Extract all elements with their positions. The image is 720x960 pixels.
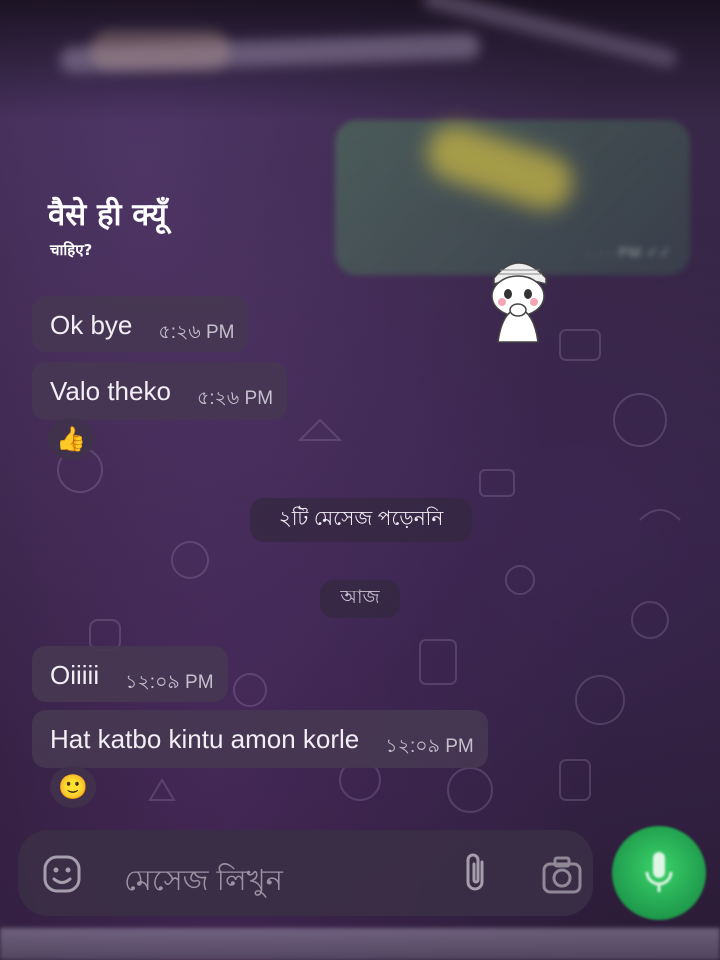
message-text: Valo theko xyxy=(50,376,171,406)
incoming-message-bubble[interactable]: Oiiiii ১২:০৯ PM xyxy=(32,646,228,702)
incoming-message-bubble[interactable]: Ok bye ৫:২৬ PM xyxy=(32,296,249,352)
girl-sticker-icon[interactable] xyxy=(482,250,554,344)
message-text: Ok bye xyxy=(50,310,133,340)
incoming-message-bubble[interactable]: Hat katbo kintu amon korle ১২:০৯ PM xyxy=(32,710,488,768)
overlay-caption-title: वैसे ही क्यूँ xyxy=(48,197,167,233)
incoming-message-bubble[interactable]: Valo theko ৫:২৬ PM xyxy=(32,362,288,420)
overlay-caption-subtitle: चाहिए? xyxy=(50,241,93,259)
unread-banner-text: ২টি মেসেজ পড়েননি xyxy=(278,507,444,530)
message-text: Oiiiii xyxy=(50,660,100,690)
camera-icon[interactable] xyxy=(538,852,586,900)
sticker-emoji-icon[interactable] xyxy=(42,854,82,894)
smile-icon: 🙂 xyxy=(58,773,88,801)
thumbs-up-reaction[interactable]: 👍 xyxy=(48,418,94,460)
message-time: ১২:০৯ PM xyxy=(385,736,474,757)
microphone-icon xyxy=(645,852,673,892)
message-text: Hat katbo kintu amon korle xyxy=(50,724,360,754)
unread-messages-banner: ২টি মেসেজ পড়েননি xyxy=(250,498,472,542)
date-chip-text: আজ xyxy=(340,587,380,608)
thumbs-up-icon: 👍 xyxy=(56,425,86,453)
date-chip: আজ xyxy=(320,580,400,618)
message-composer: মেসেজ লিখুন xyxy=(18,830,593,916)
smile-reaction[interactable]: 🙂 xyxy=(50,766,96,808)
blurred-navigation-bar xyxy=(0,928,720,960)
message-time: ৫:২৬ PM xyxy=(158,322,235,343)
message-input[interactable]: মেসেজ লিখুন xyxy=(124,858,283,907)
paperclip-icon[interactable] xyxy=(456,852,496,896)
message-time: ১২:০৯ PM xyxy=(125,672,214,693)
message-time: ৫:২৬ PM xyxy=(196,388,274,409)
blur-streak xyxy=(90,30,230,70)
microphone-button[interactable] xyxy=(612,826,706,920)
